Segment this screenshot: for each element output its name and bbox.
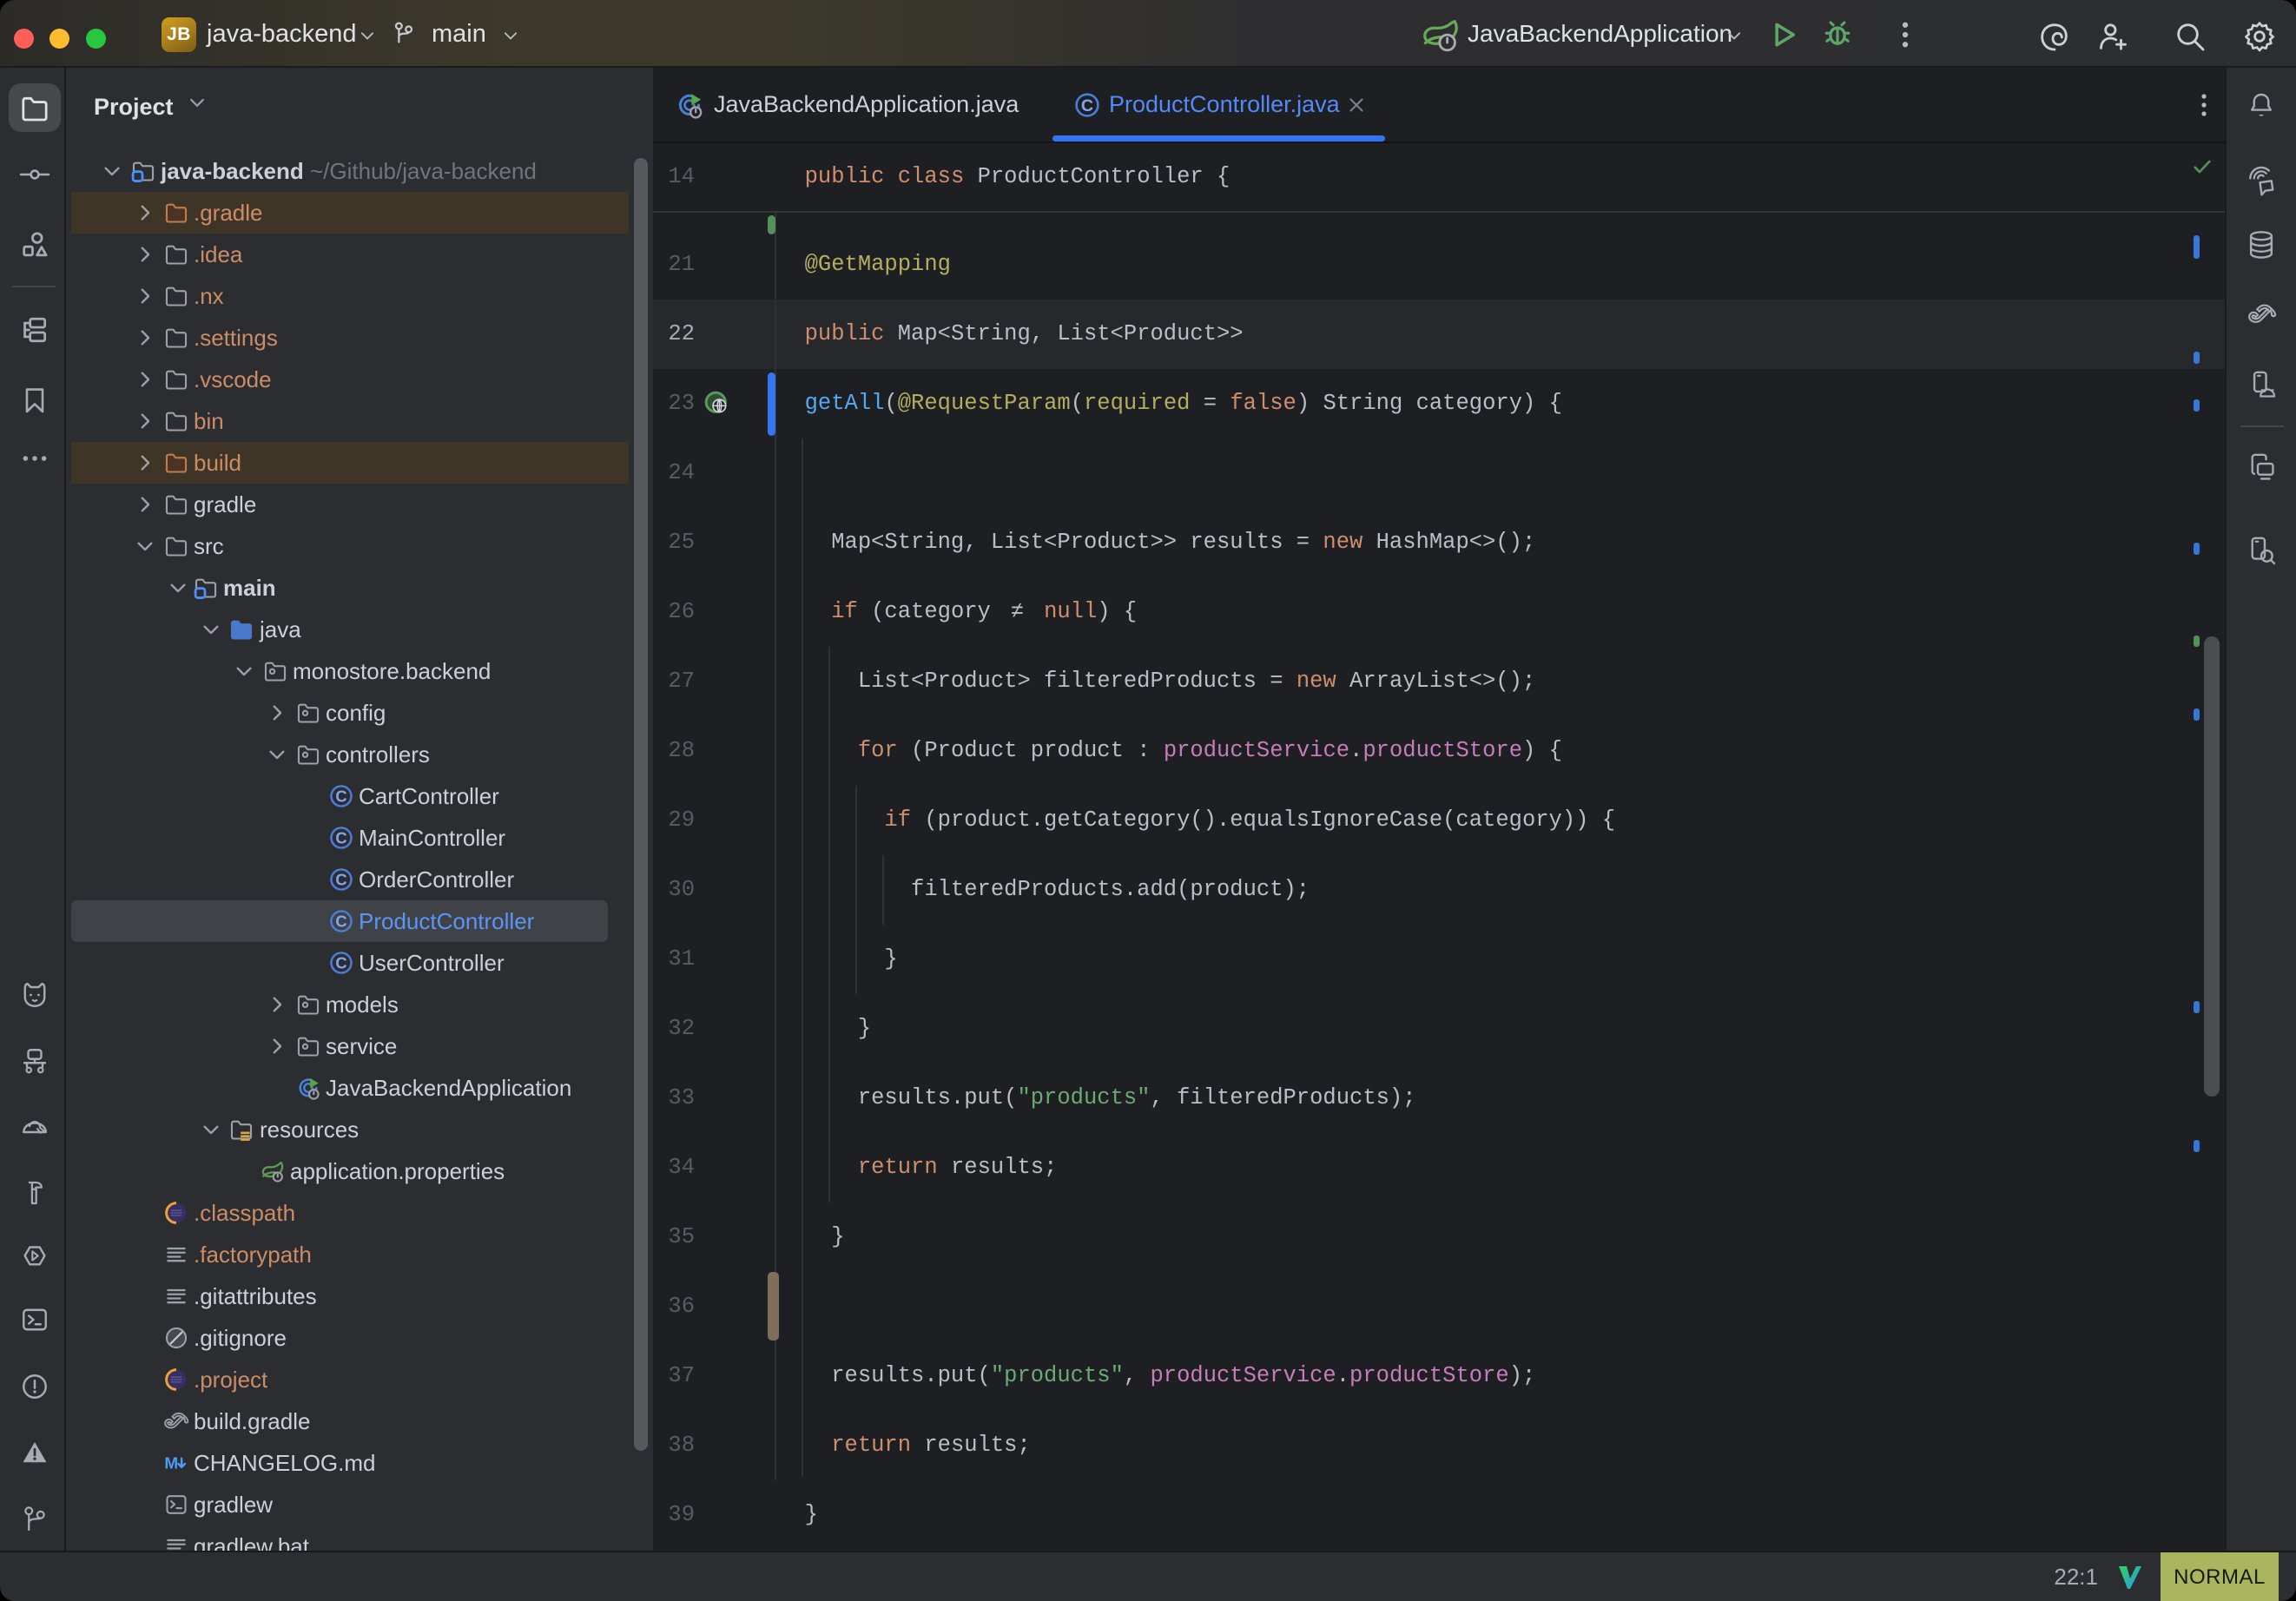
svg-text:C: C <box>335 953 346 972</box>
svg-text:M: M <box>164 1455 178 1473</box>
svg-text:C: C <box>335 787 346 805</box>
svg-text:C: C <box>1081 96 1093 115</box>
svg-text:C: C <box>335 912 346 930</box>
svg-text:C: C <box>335 828 346 847</box>
svg-text:C: C <box>335 870 346 888</box>
